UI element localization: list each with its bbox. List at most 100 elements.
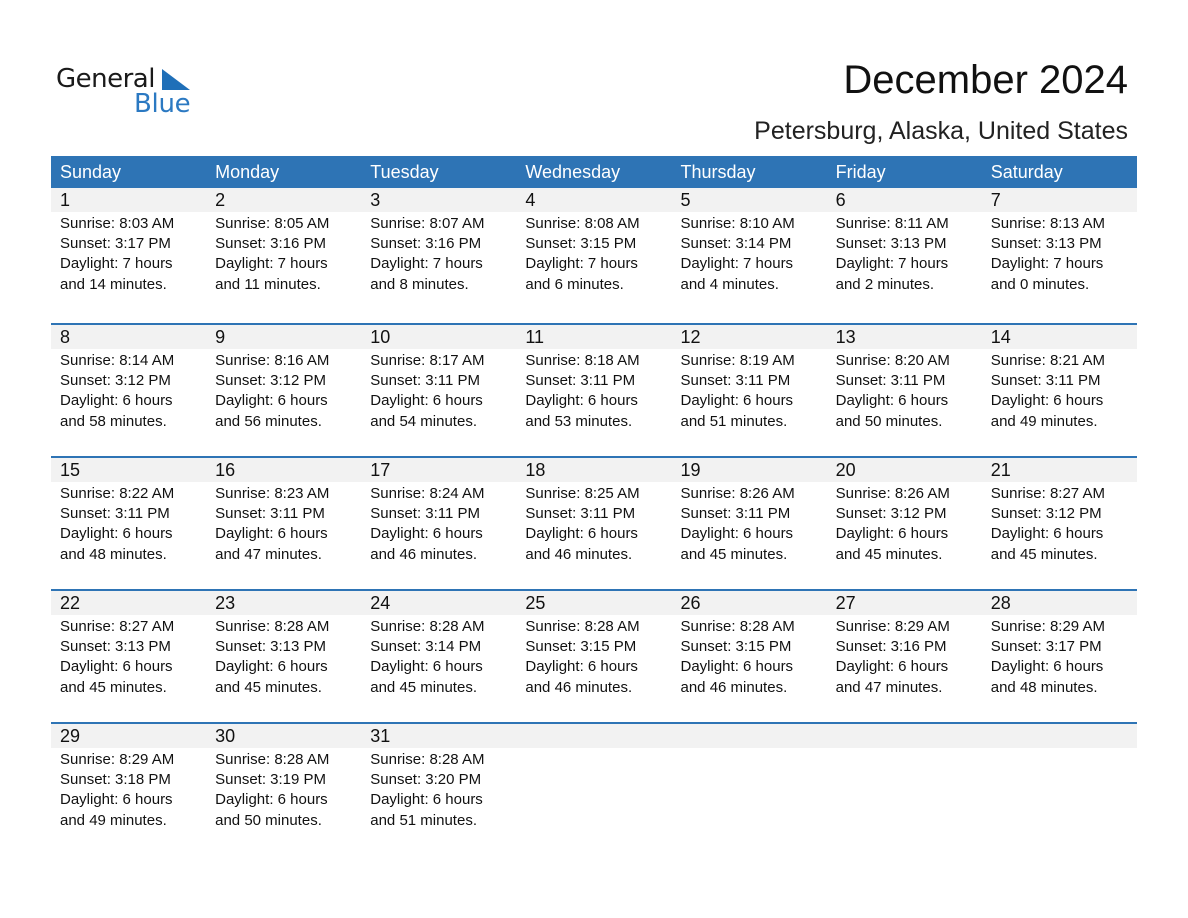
day-cell: Sunrise: 8:05 AM Sunset: 3:16 PM Daylight:… <box>206 212 361 295</box>
sunrise-text: Sunrise: 8:10 AM <box>680 215 795 232</box>
day-number: 11 <box>525 327 545 347</box>
minutes-text: and 49 minutes. <box>990 412 1098 430</box>
day-number-row: 22 23 24 25 26 27 28 <box>51 591 1137 615</box>
sunrise-text: Sunrise: 8:11 AM <box>835 215 949 232</box>
week-row: 29 30 31 Sunrise: 8:29 AM Sunset: 3:18 PM Day… <box>51 722 1137 855</box>
sunrise-text: Sunrise: 8:28 AM <box>215 618 330 635</box>
day-number: 23 <box>215 593 236 613</box>
daylight-text: Daylight: 7 hours <box>370 255 483 273</box>
sunset-text: Sunset: 3:11 PM <box>835 372 946 390</box>
daylight-text: Daylight: 6 hours <box>60 392 173 410</box>
day-cell: Sunrise: 8:26 AM Sunset: 3:12 PM Daylight:… <box>827 482 982 565</box>
daylight-text: Daylight: 6 hours <box>680 658 794 676</box>
day-number: 31 <box>370 726 391 746</box>
sunrise-text: Sunrise: 8:29 AM <box>990 618 1105 635</box>
day-cell: Sunrise: 8:14 AM Sunset: 3:12 PM Daylight:… <box>51 349 206 432</box>
week-row: 22 23 24 25 26 27 28 Sunrise: 8:27 AM Sunset: 3:… <box>51 589 1137 722</box>
sunset-text: Sunset: 3:11 PM <box>370 505 481 523</box>
day-cell: Sunrise: 8:26 AM Sunset: 3:11 PM Daylight:… <box>672 482 827 565</box>
minutes-text: and 45 minutes. <box>990 545 1098 563</box>
minutes-text: and 4 minutes. <box>680 275 779 293</box>
sunset-text: Sunset: 3:11 PM <box>990 372 1101 390</box>
sunset-text: Sunset: 3:15 PM <box>680 638 792 656</box>
day-cell <box>982 748 1137 831</box>
sunset-text: Sunset: 3:14 PM <box>680 235 792 253</box>
sunrise-text: Sunrise: 8:26 AM <box>680 485 795 502</box>
minutes-text: and 45 minutes. <box>835 545 943 563</box>
day-cell: Sunrise: 8:28 AM Sunset: 3:20 PM Daylight:… <box>361 748 516 831</box>
day-number: 6 <box>835 190 846 210</box>
minutes-text: and 50 minutes. <box>215 811 322 829</box>
brand-name-blue: Blue <box>134 89 191 119</box>
sunrise-text: Sunrise: 8:28 AM <box>680 618 795 635</box>
sunset-text: Sunset: 3:17 PM <box>60 235 171 253</box>
minutes-text: and 47 minutes. <box>835 678 943 696</box>
sunrise-text: Sunrise: 8:19 AM <box>680 352 795 369</box>
daylight-text: Daylight: 6 hours <box>370 525 483 543</box>
week-row: 15 16 17 18 19 20 21 Sunrise: 8:22 AM Sunset: 3:… <box>51 456 1137 589</box>
sunset-text: Sunset: 3:14 PM <box>370 638 482 656</box>
sunset-text: Sunset: 3:15 PM <box>525 638 637 656</box>
day-cell: Sunrise: 8:16 AM Sunset: 3:12 PM Daylight:… <box>206 349 361 432</box>
daylight-text: Daylight: 6 hours <box>525 658 638 676</box>
day-number: 4 <box>525 190 536 210</box>
sunrise-text: Sunrise: 8:14 AM <box>60 352 175 369</box>
day-number: 24 <box>370 593 391 613</box>
daylight-text: Daylight: 6 hours <box>990 525 1104 543</box>
day-number: 5 <box>680 190 691 210</box>
calendar-grid: Sunday Monday Tuesday Wednesday Thursday Frid… <box>51 156 1137 855</box>
minutes-text: and 47 minutes. <box>215 545 322 563</box>
day-number: 9 <box>215 327 226 347</box>
brand-logo: General Blue <box>56 64 206 120</box>
daylight-text: Daylight: 6 hours <box>680 525 794 543</box>
minutes-text: and 49 minutes. <box>60 811 167 829</box>
day-number: 29 <box>60 726 81 746</box>
day-info-row: Sunrise: 8:14 AM Sunset: 3:12 PM Daylight:… <box>51 349 1137 432</box>
daylight-text: Daylight: 6 hours <box>990 658 1104 676</box>
day-number <box>516 724 671 748</box>
minutes-text: and 45 minutes. <box>215 678 322 696</box>
sunset-text: Sunset: 3:16 PM <box>835 638 947 656</box>
day-number: 30 <box>215 726 236 746</box>
day-info-row: Sunrise: 8:27 AM Sunset: 3:13 PM Daylight:… <box>51 615 1137 698</box>
sunrise-text: Sunrise: 8:17 AM <box>370 352 485 369</box>
weekday-header-wednesday: Wednesday <box>525 162 621 182</box>
day-cell: Sunrise: 8:23 AM Sunset: 3:11 PM Daylight:… <box>206 482 361 565</box>
sunset-text: Sunset: 3:18 PM <box>60 771 171 789</box>
sunrise-text: Sunrise: 8:26 AM <box>835 485 950 502</box>
minutes-text: and 11 minutes. <box>215 275 321 293</box>
day-number-row: 15 16 17 18 19 20 21 <box>51 458 1137 482</box>
day-cell: Sunrise: 8:28 AM Sunset: 3:14 PM Daylight:… <box>361 615 516 698</box>
sunset-text: Sunset: 3:11 PM <box>525 505 636 523</box>
minutes-text: and 8 minutes. <box>370 275 469 293</box>
minutes-text: and 0 minutes. <box>990 275 1090 293</box>
day-number <box>982 724 1137 748</box>
day-number: 13 <box>835 327 856 347</box>
day-number: 17 <box>370 460 391 480</box>
sunrise-text: Sunrise: 8:27 AM <box>990 485 1105 502</box>
sunset-text: Sunset: 3:13 PM <box>835 235 947 253</box>
daylight-text: Daylight: 6 hours <box>370 392 483 410</box>
daylight-text: Daylight: 7 hours <box>60 255 173 273</box>
sunset-text: Sunset: 3:16 PM <box>215 235 327 253</box>
day-number: 2 <box>215 190 226 210</box>
sunrise-text: Sunrise: 8:13 AM <box>990 215 1105 232</box>
day-cell: Sunrise: 8:28 AM Sunset: 3:15 PM Daylight:… <box>672 615 827 698</box>
sunrise-text: Sunrise: 8:25 AM <box>525 485 640 502</box>
daylight-text: Daylight: 6 hours <box>835 658 949 676</box>
daylight-text: Daylight: 7 hours <box>525 255 638 273</box>
sunrise-text: Sunrise: 8:29 AM <box>60 751 175 768</box>
day-cell: Sunrise: 8:17 AM Sunset: 3:11 PM Daylight:… <box>361 349 516 432</box>
weekday-header-row: Sunday Monday Tuesday Wednesday Thursday Frid… <box>51 156 1137 188</box>
day-number: 16 <box>215 460 236 480</box>
minutes-text: and 2 minutes. <box>835 275 935 293</box>
sunrise-text: Sunrise: 8:07 AM <box>370 215 485 232</box>
sunrise-text: Sunrise: 8:28 AM <box>525 618 640 635</box>
day-number: 18 <box>525 460 546 480</box>
minutes-text: and 45 minutes. <box>370 678 477 696</box>
day-cell: Sunrise: 8:25 AM Sunset: 3:11 PM Daylight:… <box>516 482 671 565</box>
day-number: 22 <box>60 593 81 613</box>
minutes-text: and 45 minutes. <box>680 545 788 563</box>
daylight-text: Daylight: 6 hours <box>60 525 173 543</box>
daylight-text: Daylight: 7 hours <box>990 255 1104 273</box>
